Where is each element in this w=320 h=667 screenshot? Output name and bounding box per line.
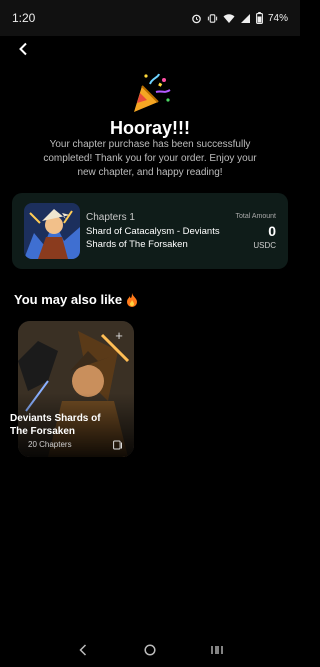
- chapter-list-icon: [113, 440, 122, 450]
- nav-recents-icon: [210, 646, 223, 654]
- nav-home-button[interactable]: [140, 640, 160, 660]
- status-time: 1:20: [12, 11, 36, 25]
- alarm-icon: [192, 14, 201, 23]
- nav-recents-button[interactable]: [207, 640, 227, 660]
- nav-back-icon: [79, 644, 87, 656]
- order-series-name: Shard of Catacalysm - Deviants Shards of…: [86, 226, 220, 250]
- party-popper-icon: [128, 72, 172, 114]
- recommendations-heading: You may also like: [14, 292, 138, 307]
- vibrate-icon: [207, 13, 218, 23]
- success-title: Hooray!!!: [110, 118, 190, 138]
- success-message: Your chapter purchase has been successfu…: [43, 139, 257, 178]
- battery-icon: [256, 12, 263, 24]
- order-cover-image: [24, 203, 80, 259]
- back-button[interactable]: [12, 38, 34, 60]
- order-chapter: Chapters 1: [86, 212, 135, 223]
- total-amount-value: 0: [268, 223, 276, 239]
- recommendations-title: You may also like: [14, 292, 123, 307]
- wifi-icon: [223, 13, 235, 23]
- chevron-left-icon: [19, 42, 27, 56]
- status-bar: 1:20 74%: [0, 0, 300, 36]
- add-to-library-button[interactable]: +: [112, 329, 126, 343]
- status-icons: 74%: [191, 12, 288, 24]
- order-summary-card: Chapters 1 Shard of Catacalysm - Deviant…: [12, 193, 288, 269]
- nav-back-button[interactable]: [73, 640, 93, 660]
- recommendation-chapters: 20 Chapters: [28, 440, 72, 449]
- nav-home-icon: [144, 644, 156, 656]
- total-amount-label: Total Amount: [235, 213, 276, 220]
- signal-icon: [240, 13, 250, 23]
- fire-icon: [127, 292, 138, 307]
- recommendation-title: Deviants Shards of The Forsaken: [10, 413, 101, 437]
- battery-percent: 74%: [267, 12, 288, 24]
- system-nav-bar: [0, 633, 300, 667]
- amount-currency: USDC: [253, 241, 276, 250]
